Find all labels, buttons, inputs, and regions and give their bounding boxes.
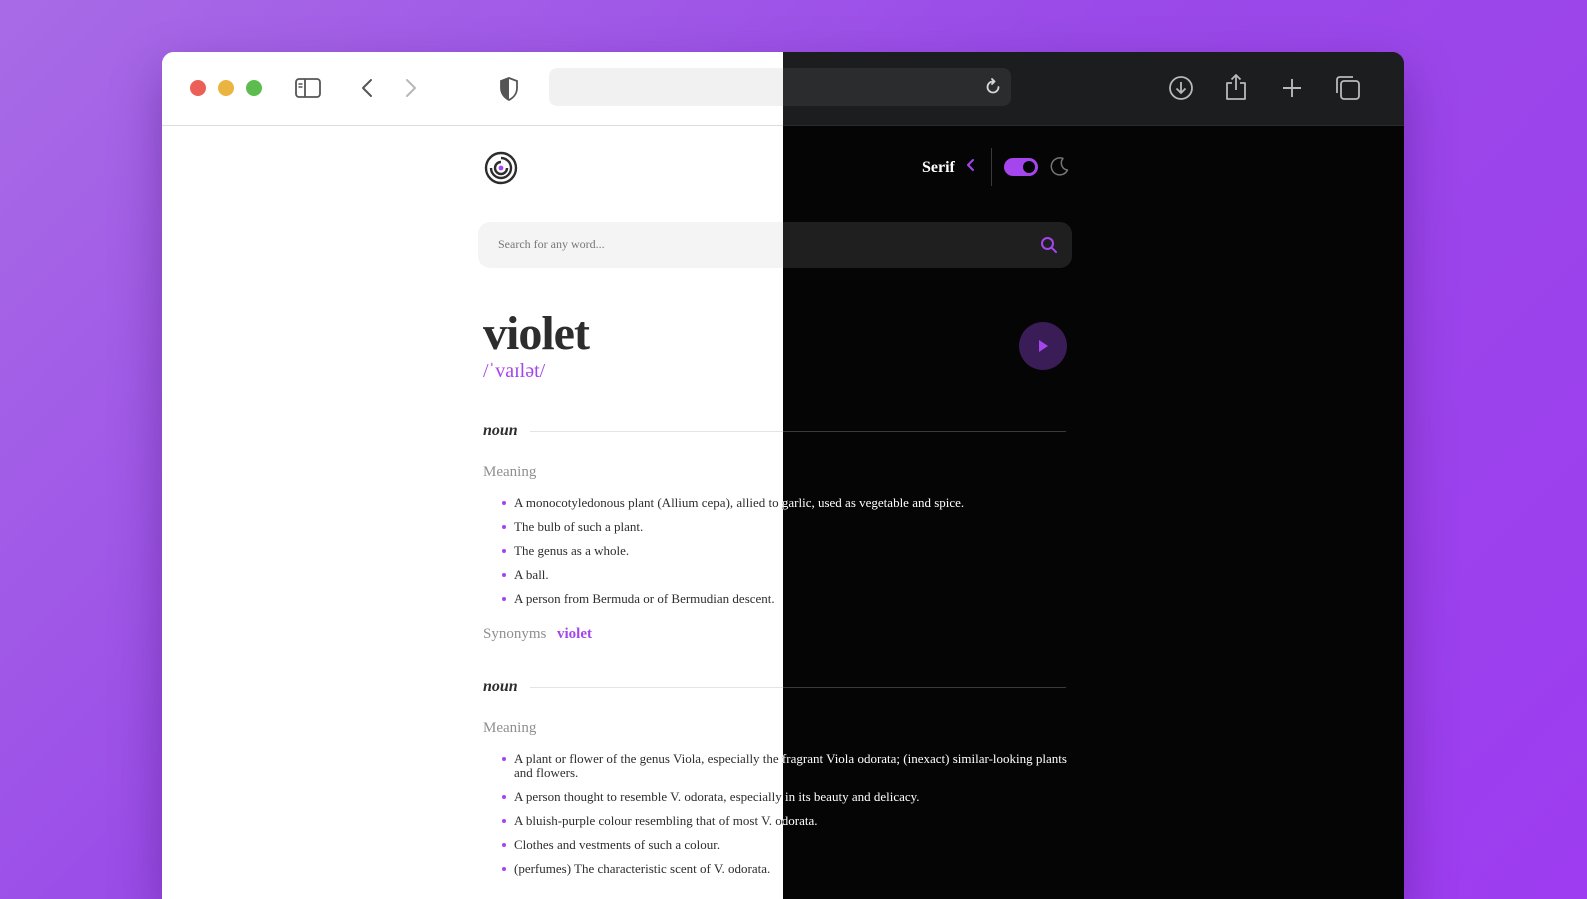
play-icon: [1039, 340, 1048, 352]
share-icon[interactable]: [1223, 72, 1249, 102]
theme-toggle[interactable]: [1004, 158, 1038, 176]
definition-list: A plant or flower of the genus Viola, es…: [783, 752, 1072, 886]
part-of-speech: noun: [483, 422, 518, 439]
font-selector[interactable]: Serif: [922, 158, 975, 177]
maximize-window-button[interactable]: [246, 80, 262, 96]
reload-icon[interactable]: [983, 77, 1003, 97]
light-mode-view: Search for any word... violet /ˈvaɪlət/ …: [162, 126, 783, 899]
meaning-label: Meaning: [483, 720, 537, 736]
tabs-overview-icon[interactable]: [1334, 74, 1362, 102]
part-of-speech-divider: [783, 431, 1066, 432]
forward-icon[interactable]: [401, 76, 421, 100]
header-divider: [991, 148, 992, 186]
search-placeholder: Search for any word...: [498, 237, 605, 251]
definition-list: A monocotyledonous plant (Allium cepa), …: [502, 496, 783, 616]
definition-item: The bulb of such a plant.: [783, 520, 1072, 534]
sidebar-icon[interactable]: [294, 76, 322, 100]
font-selector-label: Serif: [922, 158, 955, 176]
definition-item: The genus as a whole.: [502, 544, 783, 558]
search-icon[interactable]: [1040, 236, 1058, 259]
definition-item: Clothes and vestments of such a colour.: [783, 838, 1072, 852]
part-of-speech: noun: [483, 678, 518, 695]
search-input[interactable]: Search for any word...: [783, 222, 1072, 268]
definition-item: A ball.: [502, 568, 783, 582]
toggle-knob: [1023, 161, 1035, 173]
close-window-button[interactable]: [190, 80, 206, 96]
page-content: Search for any word... violet /ˈvaɪlət/ …: [162, 126, 1404, 899]
play-audio-button[interactable]: [1019, 322, 1067, 370]
entry-phonetic: /ˈvaɪlət/: [483, 360, 546, 382]
definition-item: A person from Bermuda or of Bermudian de…: [502, 592, 783, 606]
definition-item: A monocotyledonous plant (Allium cepa), …: [783, 496, 1072, 510]
definition-list: A monocotyledonous plant (Allium cepa), …: [783, 496, 1072, 616]
part-of-speech-divider: [530, 431, 783, 432]
search-input[interactable]: Search for any word...: [478, 222, 783, 268]
definition-item: (perfumes) The characteristic scent of V…: [502, 862, 783, 876]
synonyms-label: Synonyms: [483, 626, 547, 642]
definition-item: A bluish-purple colour resembling that o…: [783, 814, 1072, 828]
minimize-window-button[interactable]: [218, 80, 234, 96]
definition-item: A plant or flower of the genus Viola, es…: [502, 752, 783, 780]
definition-item: Clothes and vestments of such a colour.: [502, 838, 783, 852]
moon-icon: [1048, 156, 1070, 183]
definition-item: (perfumes) The characteristic scent of V…: [783, 862, 1072, 876]
meaning-label: Meaning: [483, 464, 537, 480]
definition-item: The bulb of such a plant.: [502, 520, 783, 534]
part-of-speech-divider: [530, 687, 783, 688]
definition-item: A person thought to resemble V. odorata,…: [783, 790, 1072, 804]
definition-item: A person from Bermuda or of Bermudian de…: [783, 592, 1072, 606]
entry-word: violet: [483, 307, 590, 360]
dark-mode-view: Serif Search for any word...: [783, 126, 1404, 899]
chevron-left-icon: [965, 158, 975, 177]
address-bar[interactable]: [549, 68, 1011, 106]
definition-item: A person thought to resemble V. odorata,…: [502, 790, 783, 804]
definition-item: A bluish-purple colour resembling that o…: [502, 814, 783, 828]
synonym-link[interactable]: violet: [557, 626, 592, 643]
download-icon[interactable]: [1167, 74, 1195, 102]
dictionary-logo[interactable]: [483, 150, 519, 186]
definition-item: A ball.: [783, 568, 1072, 582]
definition-item: A plant or flower of the genus Viola, es…: [783, 752, 1072, 780]
browser-window: Search for any word... violet /ˈvaɪlət/ …: [162, 52, 1404, 899]
part-of-speech-divider: [783, 687, 1066, 688]
definition-list: A plant or flower of the genus Viola, es…: [502, 752, 783, 886]
shield-icon[interactable]: [497, 76, 521, 102]
definition-item: The genus as a whole.: [783, 544, 1072, 558]
definition-item: A monocotyledonous plant (Allium cepa), …: [502, 496, 783, 510]
new-tab-icon[interactable]: [1280, 76, 1304, 100]
back-icon[interactable]: [357, 76, 377, 100]
